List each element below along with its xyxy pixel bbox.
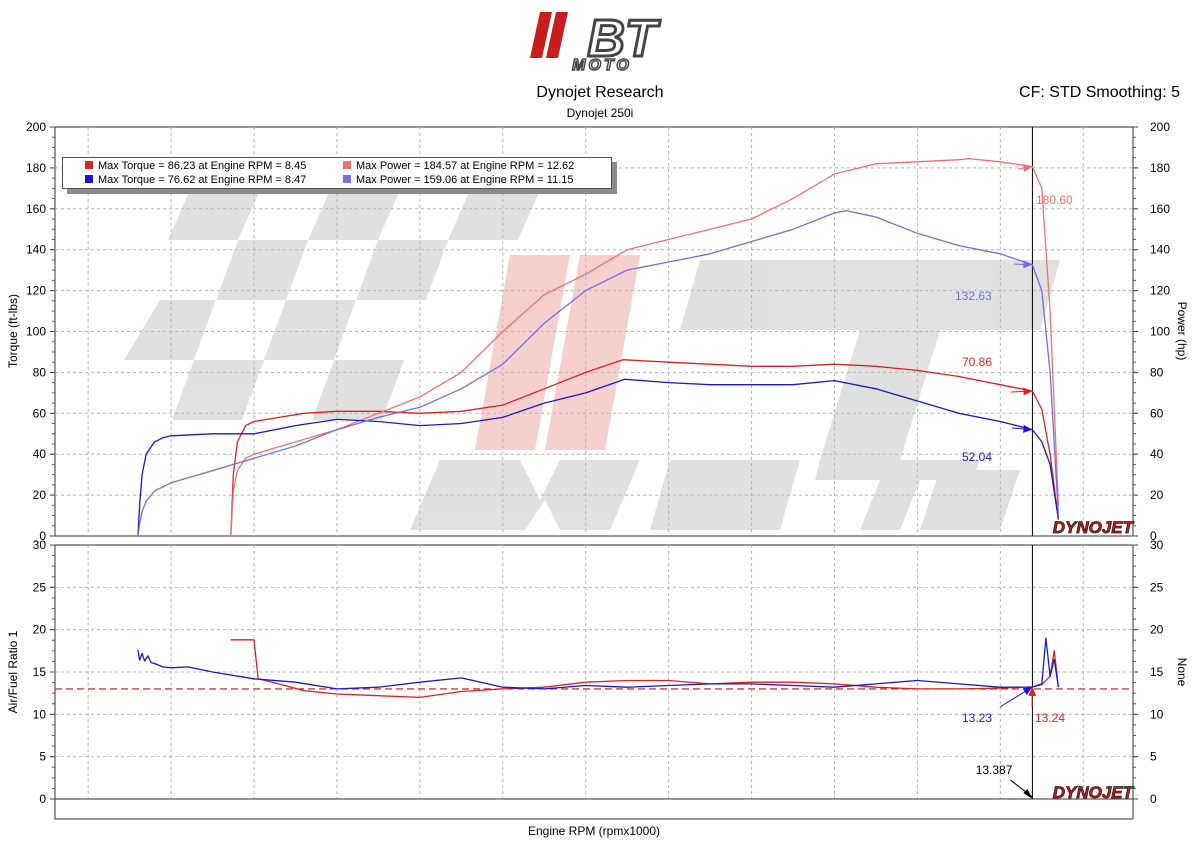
upper-y2-tick-label: 200 — [1150, 120, 1170, 134]
legend-item: Max Torque = 76.62 at Engine RPM = 8.47 — [85, 174, 306, 187]
upper-y2-tick-label: 20 — [1150, 488, 1164, 502]
lower-y2-tick-label: 20 — [1150, 623, 1164, 637]
legend-item: Max Power = 184.57 at Engine RPM = 12.62 — [343, 160, 574, 173]
upper-y-tick-label: 100 — [26, 325, 46, 339]
legend-swatch — [343, 175, 351, 183]
lower-y2-tick-label: 15 — [1150, 665, 1164, 679]
upper-y2-tick-label: 160 — [1150, 202, 1170, 216]
legend-swatch — [85, 161, 93, 169]
lower-y2-tick-label: 25 — [1150, 580, 1164, 594]
lower-y2-tick-label: 10 — [1150, 707, 1164, 721]
annotation-arrowhead — [1023, 387, 1033, 396]
chart-legend: Max Torque = 86.23 at Engine RPM = 8.45 … — [62, 157, 612, 189]
upper-y2-tick-label: 100 — [1150, 325, 1170, 339]
annotation-label: 180.60 — [1036, 193, 1073, 207]
upper-y2-tick-label: 80 — [1150, 365, 1164, 379]
lower-y-tick-label: 25 — [33, 580, 47, 594]
lower-y-tick-label: 20 — [33, 623, 47, 637]
x-axis-ruler — [54, 798, 1134, 820]
upper-y-tick-label: 160 — [26, 202, 46, 216]
annotation-label: 132.63 — [955, 289, 992, 303]
upper-y2-tick-label: 120 — [1150, 284, 1170, 298]
cf-smoothing-text: CF: STD Smoothing: 5 — [1019, 84, 1180, 101]
upper-y2-tick-label: 140 — [1150, 243, 1170, 257]
upper-y-tick-label: 120 — [26, 284, 46, 298]
x-axis-title: Engine RPM (rpmx1000) — [528, 824, 660, 838]
lower-y2-tick-label: 5 — [1150, 750, 1157, 764]
cursor-value-label: 13.387 — [976, 763, 1013, 777]
bt-moto-watermark — [124, 190, 1060, 530]
legend-item: Max Power = 159.06 at Engine RPM = 11.15 — [343, 174, 573, 187]
upper-y-axis-title: Torque (ft-lbs) — [6, 294, 20, 368]
legend-swatch — [85, 175, 93, 183]
lower-y2-tick-label: 30 — [1150, 538, 1164, 552]
upper-y-tick-label: 20 — [33, 488, 47, 502]
upper-y2-tick-label: 180 — [1150, 161, 1170, 175]
upper-y2-axis-title: Power (hp) — [1175, 302, 1189, 361]
upper-y2-tick-label: 60 — [1150, 406, 1164, 420]
lower-y-tick-label: 0 — [39, 792, 46, 806]
upper-y-tick-label: 180 — [26, 161, 46, 175]
lower-plot-frame — [54, 544, 1134, 800]
dynojet-mark-lower: DYNOJET — [1053, 783, 1135, 802]
upper-y2-tick-label: 40 — [1150, 447, 1164, 461]
annotation-label: 13.23 — [962, 711, 992, 725]
lower-y-tick-label: 5 — [39, 750, 46, 764]
lower-y2-axis-title: None — [1175, 658, 1189, 687]
dyno-chart: 0 0 20 20 40 40 60 60 80 80 100 100 120 120 140 140 160 1… — [6, 120, 1189, 838]
lower-y-tick-label: 15 — [33, 665, 47, 679]
annotation-label: 70.86 — [962, 355, 992, 369]
legend-item: Max Torque = 86.23 at Engine RPM = 8.45 — [85, 160, 306, 173]
annotation-label: 13.24 — [1035, 711, 1065, 725]
upper-y-tick-label: 40 — [33, 447, 47, 461]
upper-y-tick-label: 60 — [33, 406, 47, 420]
chart-subtitle: Dynojet 250i — [566, 106, 634, 120]
annotation-arrowhead — [1023, 424, 1033, 433]
lower-y-axis-title: Air/Fuel Ratio 1 — [6, 630, 20, 713]
upper-y-tick-label: 80 — [33, 365, 47, 379]
annotation-label: 52.04 — [962, 450, 992, 464]
legend-swatch — [343, 161, 351, 169]
lower-y-tick-label: 30 — [33, 538, 47, 552]
lower-y-tick-label: 10 — [33, 707, 47, 721]
upper-y-tick-label: 200 — [26, 120, 46, 134]
bt-moto-logo: BT MOTO — [530, 10, 662, 72]
dynojet-mark-upper: DYNOJET — [1053, 518, 1135, 537]
lower-y2-tick-label: 0 — [1150, 792, 1157, 806]
logo-moto: MOTO — [572, 57, 632, 72]
upper-y-tick-label: 140 — [26, 243, 46, 257]
